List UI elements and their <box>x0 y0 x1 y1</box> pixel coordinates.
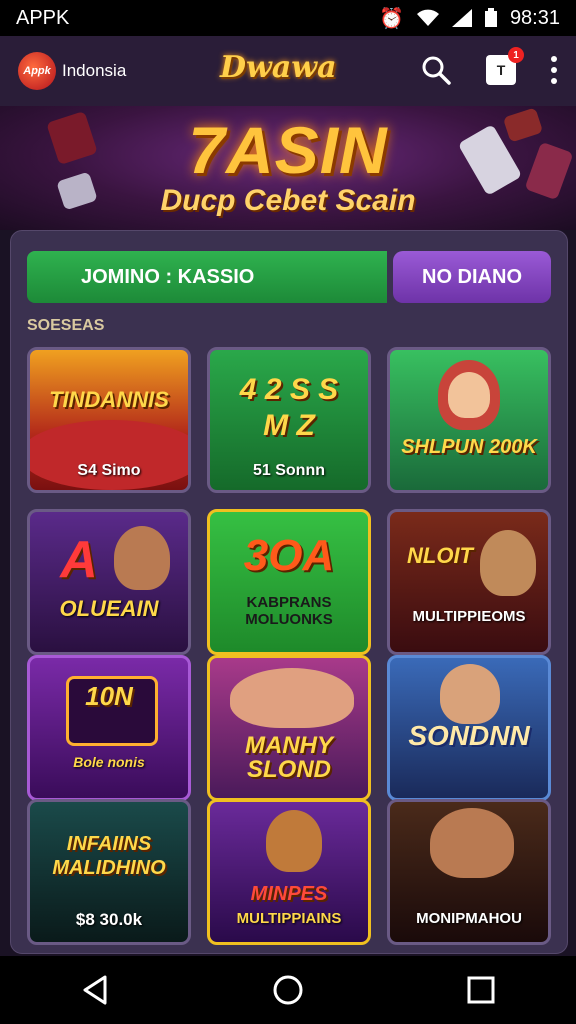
game-tile-3[interactable]: SHLPUN 200K <box>387 347 551 493</box>
game-title: 4 2 S S M Z <box>239 373 339 442</box>
game-title: 3OA <box>243 531 335 580</box>
search-icon[interactable] <box>420 54 452 86</box>
game-title: SHLPUN 200K <box>401 436 537 458</box>
tab-primary[interactable]: JOMINO : KASSIO <box>27 251 387 303</box>
alarm-icon: ⏰ <box>379 7 404 30</box>
app-bar: Appk Indonsia Dwawa T 1 <box>0 36 576 106</box>
banner-title: 7ASIN <box>188 113 388 187</box>
game-caption: MULTIPPIAINS <box>236 910 342 927</box>
character-face <box>114 526 170 590</box>
banner-subtitle: Ducp Cebet Scain <box>160 184 416 217</box>
game-tile-4[interactable]: A OLUEAIN <box>27 509 191 655</box>
game-title: INFAIINS MALIDHINO <box>52 833 166 879</box>
wifi-icon <box>416 9 439 26</box>
brand-logo: Dwawa <box>220 50 337 85</box>
character-group <box>430 808 514 878</box>
game-caption: KABPRANS MOLUONKS <box>245 594 333 628</box>
game-title: A <box>60 531 98 589</box>
game-tile-2[interactable]: 4 2 S S M Z 51 Sonnn <box>207 347 371 493</box>
game-tile-9[interactable]: SONDNN <box>387 655 551 801</box>
bear-mascot <box>266 810 322 872</box>
character-face <box>448 372 490 418</box>
character-face <box>480 530 536 596</box>
tab-secondary[interactable]: NO DIANO <box>393 251 551 303</box>
game-tile-5[interactable]: 3OA KABPRANS MOLUONKS <box>207 509 371 655</box>
game-caption: OLUEAIN <box>59 596 159 621</box>
navigation-bar <box>0 956 576 1024</box>
game-caption: $8 30.0k <box>75 910 143 929</box>
game-caption: 51 Sonnn <box>252 462 325 479</box>
character-group <box>440 664 500 724</box>
game-tile-10[interactable]: INFAIINS MALIDHINO $8 30.0k <box>27 799 191 945</box>
signal-icon <box>451 9 472 27</box>
clock-text: 98:31 <box>509 6 560 29</box>
app-logo[interactable]: Appk <box>18 52 56 90</box>
notification-button[interactable]: T 1 <box>486 47 524 85</box>
game-title: NLOIT <box>407 543 473 568</box>
home-icon[interactable] <box>272 974 304 1006</box>
game-title: MINPES <box>250 883 328 905</box>
game-caption: MONIPMAHOU <box>416 910 522 927</box>
game-title: SONDNN <box>408 720 530 751</box>
recents-icon[interactable] <box>467 976 495 1004</box>
more-vert-icon[interactable] <box>550 55 558 85</box>
section-label: SOESEAS <box>27 317 105 334</box>
game-tile-8[interactable]: MANHY SLOND <box>207 655 371 801</box>
game-caption: MULTIPPIEOMS <box>412 608 526 625</box>
carrier-label: APPK <box>16 6 70 29</box>
region-label[interactable]: Indonsia <box>62 61 126 81</box>
game-tile-1[interactable]: TINDANNIS S4 Simo <box>27 347 191 493</box>
game-tile-6[interactable]: NLOIT MULTIPPIEOMS <box>387 509 551 655</box>
notification-label: T <box>496 62 506 78</box>
game-tile-12[interactable]: MONIPMAHOU <box>387 799 551 945</box>
promo-banner[interactable]: 7ASIN Ducp Cebet Scain <box>0 106 576 230</box>
game-title: 10N <box>85 681 133 711</box>
status-bar: APPK ⏰ 98:31 <box>0 0 576 36</box>
game-title: MANHY SLOND <box>245 732 333 783</box>
game-caption: S4 Simo <box>77 462 141 479</box>
game-caption: Bole nonis <box>73 754 145 770</box>
games-panel: JOMINO : KASSIO NO DIANO SOESEAS TINDANN… <box>10 230 568 954</box>
notification-count-badge: 1 <box>508 47 524 63</box>
back-icon[interactable] <box>81 975 109 1005</box>
battery-icon <box>484 8 497 27</box>
character-group <box>230 668 354 728</box>
game-tile-11[interactable]: MINPES MULTIPPIAINS <box>207 799 371 945</box>
game-tile-7[interactable]: 10N Bole nonis <box>27 655 191 801</box>
game-title: TINDANNIS <box>49 387 169 412</box>
